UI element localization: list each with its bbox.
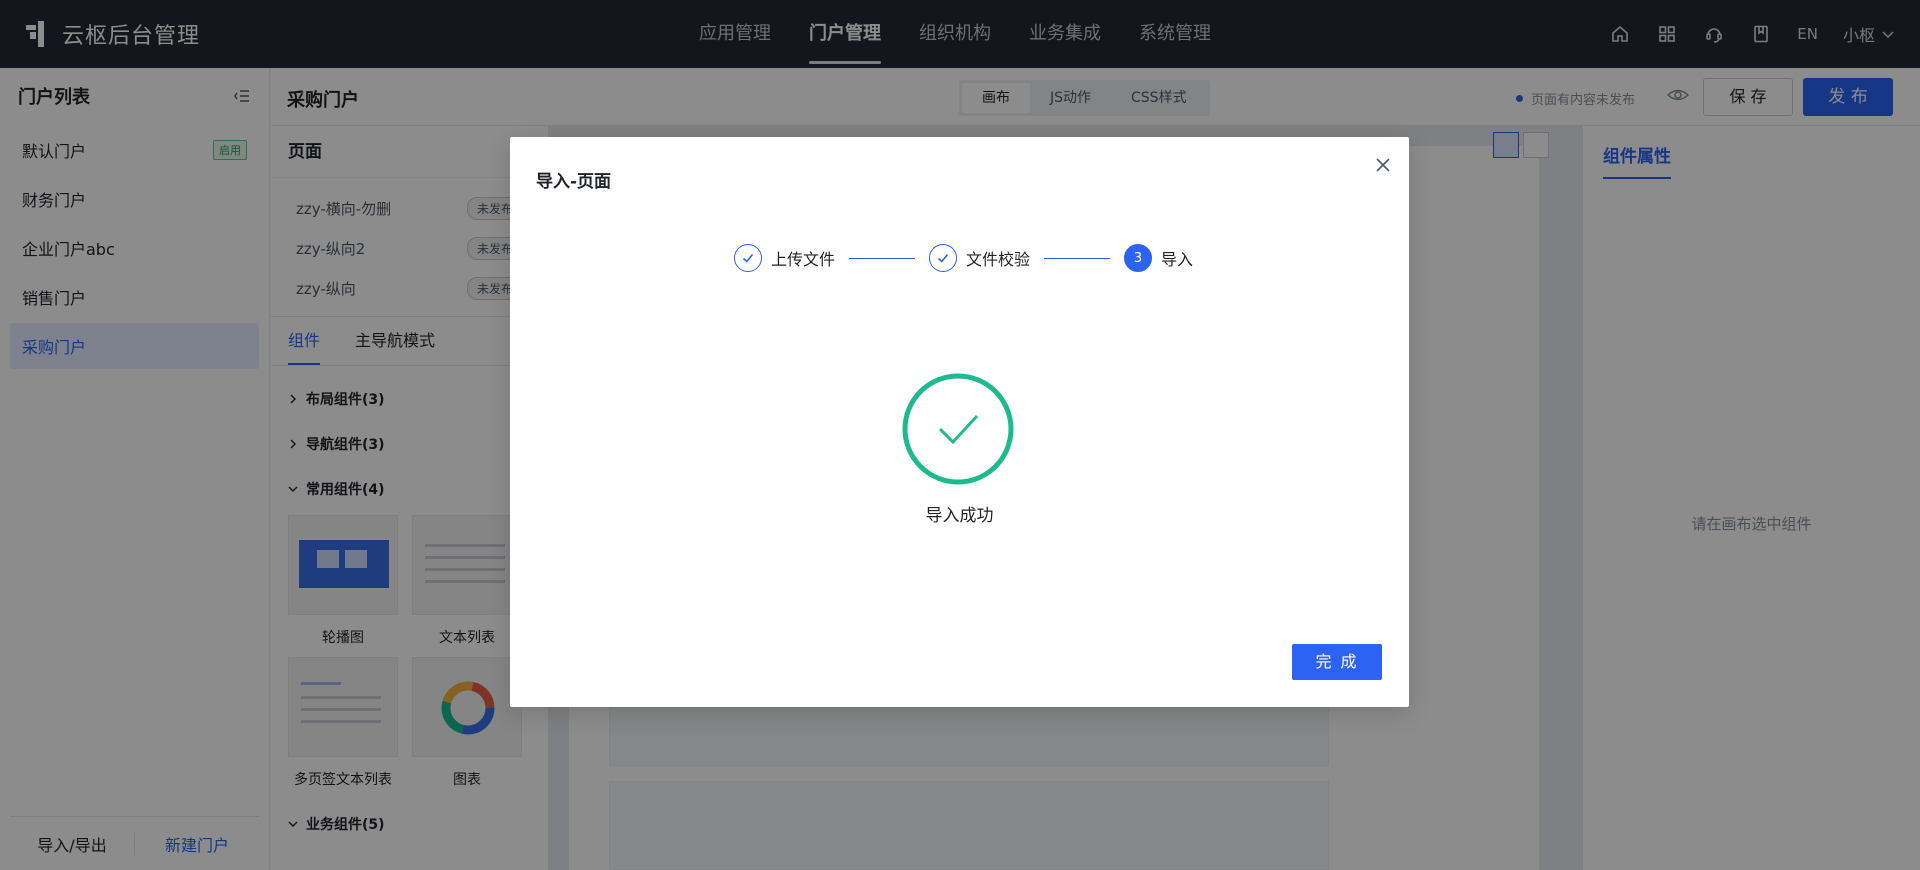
step-number: 3 <box>1124 244 1153 272</box>
check-icon <box>734 244 762 272</box>
close-icon[interactable] <box>1373 155 1393 175</box>
step-upload-file: 上传文件 <box>734 244 835 272</box>
step-connector <box>849 257 916 259</box>
success-message: 导入成功 <box>925 506 994 526</box>
import-steps: 上传文件 文件校验 3 导入 <box>734 244 1193 272</box>
step-import: 3 导入 <box>1124 244 1193 272</box>
success-check-icon <box>902 373 1014 485</box>
step-label: 导入 <box>1161 250 1194 269</box>
done-button[interactable]: 完 成 <box>1292 644 1382 680</box>
check-icon <box>929 244 958 272</box>
step-connector <box>1044 257 1111 259</box>
step-label: 上传文件 <box>771 250 836 269</box>
dialog-title: 导入-页面 <box>536 172 612 192</box>
import-page-dialog: 导入-页面 上传文件 文件校验 3 导入 导入成功 完 成 <box>510 137 1409 707</box>
step-label: 文件校验 <box>966 250 1031 269</box>
step-file-verify: 文件校验 <box>929 244 1030 272</box>
